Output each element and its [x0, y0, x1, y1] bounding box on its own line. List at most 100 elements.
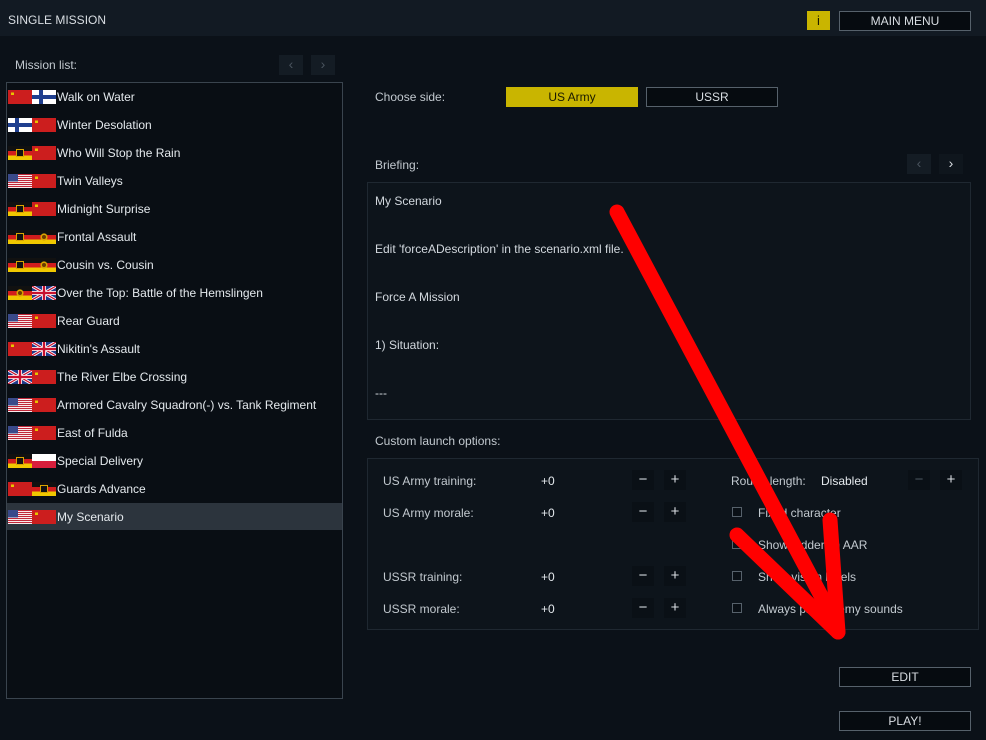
show-hidden-in-aar-label: Show hidden in AAR	[758, 538, 868, 552]
uk-flag-icon	[32, 286, 56, 300]
mission-name: The River Elbe Crossing	[57, 370, 188, 384]
mission-name: Midnight Surprise	[57, 202, 151, 216]
us-army-morale-value: +0	[541, 506, 555, 520]
mission-list-item[interactable]: Winter Desolation	[7, 111, 342, 138]
side-ussr-button[interactable]: USSR	[646, 87, 778, 107]
ussr-flag-icon	[32, 174, 56, 188]
fixed-character-checkbox[interactable]	[732, 507, 742, 517]
mission-list-item[interactable]: Over the Top: Battle of the Hemslingen	[7, 279, 342, 306]
show-hidden-in-aar-checkbox[interactable]	[732, 539, 742, 549]
mission-name: Who Will Stop the Rain	[57, 146, 181, 160]
mission-list-item[interactable]: My Scenario	[7, 503, 342, 530]
ussr-morale-label: USSR morale:	[383, 602, 460, 616]
play-button[interactable]: PLAY!	[839, 711, 971, 731]
west-germany-flag-icon	[8, 258, 32, 272]
fixed-character-label: Fixed character	[758, 506, 841, 520]
usa-flag-icon	[8, 398, 32, 412]
mission-name: Nikitin's Assault	[57, 342, 140, 356]
us-army-training-plus-button[interactable]: +	[664, 470, 686, 490]
round-length-plus-button[interactable]: +	[940, 470, 962, 490]
briefing-label: Briefing:	[375, 158, 420, 172]
ussr-flag-icon	[8, 342, 32, 356]
side-us-army-button[interactable]: US Army	[506, 87, 638, 107]
mission-name: Armored Cavalry Squadron(-) vs. Tank Reg…	[57, 398, 317, 412]
show-vision-levels-label: Show vision levels	[758, 570, 857, 584]
mission-list-label: Mission list:	[15, 58, 78, 72]
briefing-line: Edit 'forceADescription' in the scenario…	[375, 242, 624, 256]
mission-name: Special Delivery	[57, 454, 144, 468]
ussr-training-minus-button[interactable]: −	[632, 566, 654, 586]
ussr-flag-icon	[32, 426, 56, 440]
mission-list-item[interactable]: Nikitin's Assault	[7, 335, 342, 362]
finland-flag-icon	[32, 90, 56, 104]
ussr-morale-minus-button[interactable]: −	[632, 598, 654, 618]
choose-side-label: Choose side:	[375, 90, 446, 104]
west-germany-flag-icon	[8, 202, 32, 216]
east-germany-flag-icon	[8, 286, 32, 300]
ussr-flag-icon	[32, 398, 56, 412]
mission-list-item[interactable]: Walk on Water	[7, 83, 342, 110]
mission-name: My Scenario	[57, 510, 124, 524]
mission-list-item[interactable]: Who Will Stop the Rain	[7, 139, 342, 166]
mission-name: Guards Advance	[57, 482, 146, 496]
mission-list-item[interactable]: Special Delivery	[7, 447, 342, 474]
mission-list-item[interactable]: The River Elbe Crossing	[7, 363, 342, 390]
briefing-prev-button[interactable]: ‹	[907, 154, 931, 174]
us-army-morale-label: US Army morale:	[383, 506, 474, 520]
briefing-line: 1) Situation:	[375, 338, 440, 352]
page-title: SINGLE MISSION	[8, 13, 107, 27]
ussr-morale-plus-button[interactable]: +	[664, 598, 686, 618]
mission-name: Cousin vs. Cousin	[57, 258, 154, 272]
ussr-morale-value: +0	[541, 602, 555, 616]
mission-list-item[interactable]: Midnight Surprise	[7, 195, 342, 222]
custom-options-label: Custom launch options:	[375, 434, 501, 448]
us-army-training-minus-button[interactable]: −	[632, 470, 654, 490]
round-length-value: Disabled	[821, 474, 868, 488]
mission-list-item[interactable]: Armored Cavalry Squadron(-) vs. Tank Reg…	[7, 391, 342, 418]
mission-name: East of Fulda	[57, 426, 128, 440]
ussr-flag-icon	[32, 314, 56, 328]
mission-list-next-button[interactable]: ›	[311, 55, 335, 75]
mission-list-prev-button[interactable]: ‹	[279, 55, 303, 75]
always-play-enemy-sounds-label: Always play enemy sounds	[758, 602, 903, 616]
briefing-line: My Scenario	[375, 194, 442, 208]
always-play-enemy-sounds-checkbox[interactable]	[732, 603, 742, 613]
mission-list-item[interactable]: Twin Valleys	[7, 167, 342, 194]
ussr-flag-icon	[8, 482, 32, 496]
mission-list-item[interactable]: Rear Guard	[7, 307, 342, 334]
show-vision-levels-checkbox[interactable]	[732, 571, 742, 581]
ussr-flag-icon	[32, 118, 56, 132]
us-army-morale-plus-button[interactable]: +	[664, 502, 686, 522]
mission-name: Over the Top: Battle of the Hemslingen	[57, 286, 263, 300]
info-button[interactable]: i	[807, 11, 830, 30]
mission-name: Frontal Assault	[57, 230, 137, 244]
mission-name: Walk on Water	[57, 90, 135, 104]
ussr-flag-icon	[32, 510, 56, 524]
mission-list-item[interactable]: Guards Advance	[7, 475, 342, 502]
briefing-line: Force A Mission	[375, 290, 460, 304]
uk-flag-icon	[32, 342, 56, 356]
us-army-morale-minus-button[interactable]: −	[632, 502, 654, 522]
round-length-minus-button[interactable]: −	[908, 470, 930, 490]
mission-name: Twin Valleys	[57, 174, 123, 188]
edit-button[interactable]: EDIT	[839, 667, 971, 687]
mission-list-item[interactable]: East of Fulda	[7, 419, 342, 446]
west-germany-flag-icon	[8, 146, 32, 160]
uk-flag-icon	[8, 370, 32, 384]
mission-list-item[interactable]: Frontal Assault	[7, 223, 342, 250]
west-germany-flag-icon	[8, 454, 32, 468]
ussr-training-plus-button[interactable]: +	[664, 566, 686, 586]
ussr-flag-icon	[32, 370, 56, 384]
round-length-label: Round length:	[731, 474, 806, 488]
usa-flag-icon	[8, 174, 32, 188]
mission-list-item[interactable]: Cousin vs. Cousin	[7, 251, 342, 278]
ussr-training-label: USSR training:	[383, 570, 463, 584]
usa-flag-icon	[8, 426, 32, 440]
main-menu-button[interactable]: MAIN MENU	[839, 11, 971, 31]
us-army-training-value: +0	[541, 474, 555, 488]
ussr-training-value: +0	[541, 570, 555, 584]
briefing-next-button[interactable]: ›	[939, 154, 963, 174]
usa-flag-icon	[8, 314, 32, 328]
poland-flag-icon	[32, 454, 56, 468]
east-germany-flag-icon	[32, 258, 56, 272]
